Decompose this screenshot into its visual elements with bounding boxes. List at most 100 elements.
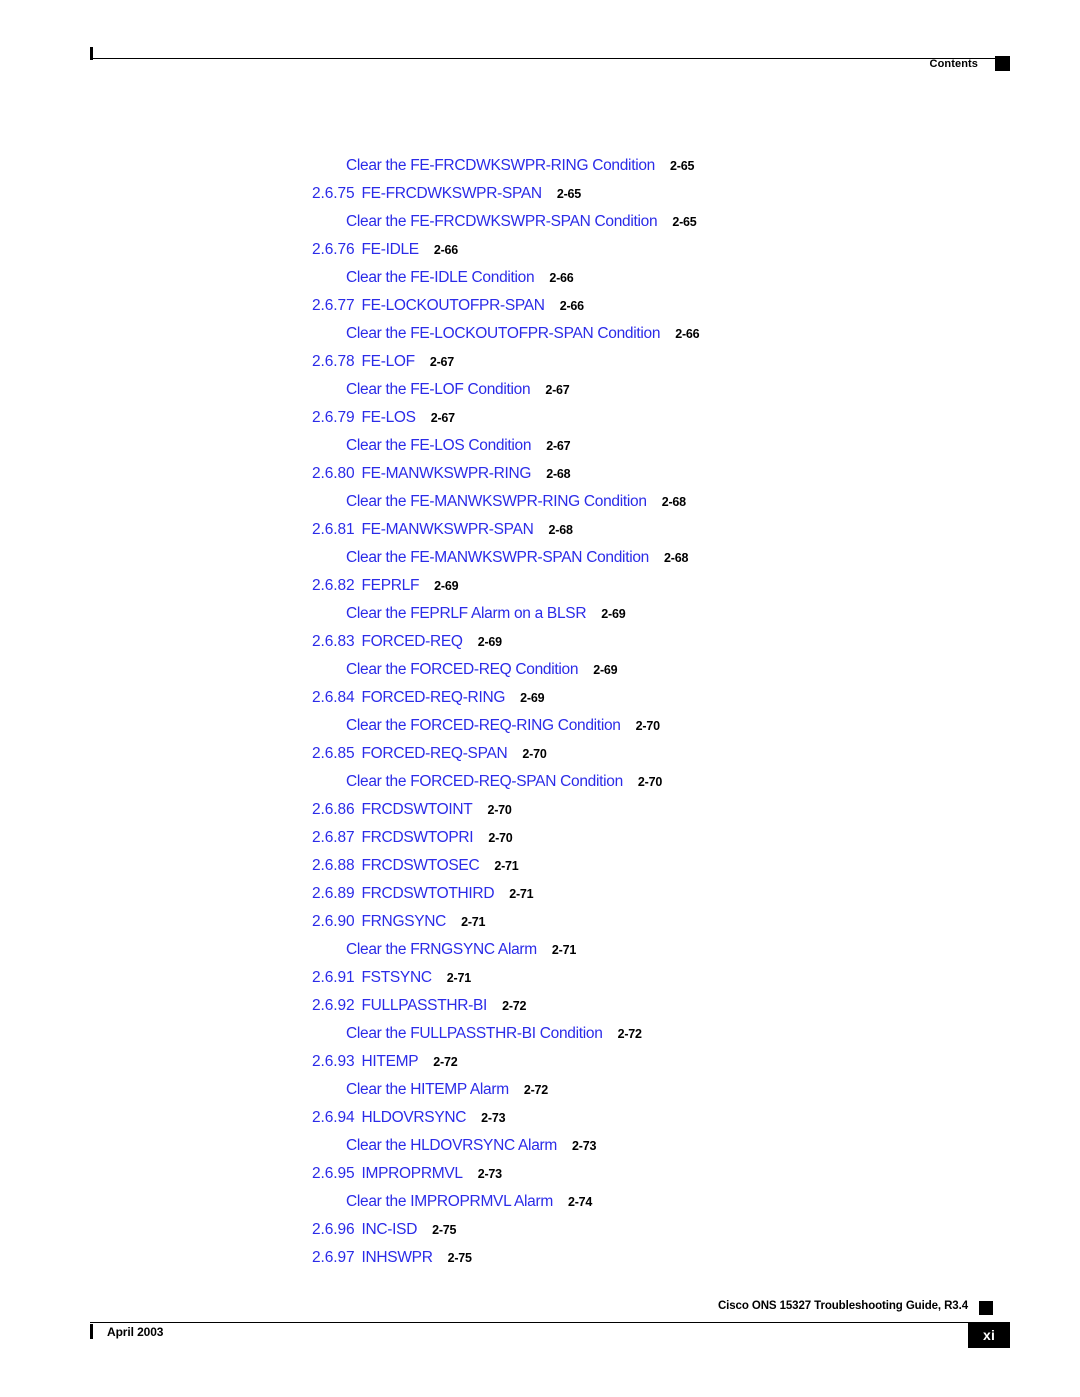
toc-entry[interactable]: 2.6.76 FE-IDLE 2-66	[0, 236, 1080, 264]
toc-entry-page-number[interactable]: 2-71	[552, 943, 576, 957]
toc-entry-title[interactable]: FE-MANWKSWPR-SPAN	[362, 521, 534, 538]
toc-entry-title[interactable]: Clear the HLDOVRSYNC Alarm	[346, 1137, 557, 1154]
toc-entry[interactable]: Clear the FE-IDLE Condition 2-66	[0, 264, 1080, 292]
toc-entry[interactable]: 2.6.83 FORCED-REQ 2-69	[0, 628, 1080, 656]
toc-entry-title[interactable]: IMPROPRMVL	[362, 1165, 464, 1182]
toc-entry-page-number[interactable]: 2-72	[502, 999, 526, 1013]
toc-entry-page-number[interactable]: 2-66	[549, 271, 573, 285]
toc-entry-title[interactable]: Clear the IMPROPRMVL Alarm	[346, 1193, 553, 1210]
toc-entry[interactable]: 2.6.87 FRCDSWTOPRI 2-70	[0, 824, 1080, 852]
toc-entry-page-number[interactable]: 2-73	[572, 1139, 596, 1153]
toc-entry[interactable]: Clear the FORCED-REQ-RING Condition 2-70	[0, 712, 1080, 740]
toc-entry-title[interactable]: FE-LOF	[362, 353, 416, 370]
toc-entry[interactable]: Clear the FORCED-REQ-SPAN Condition 2-70	[0, 768, 1080, 796]
toc-entry[interactable]: 2.6.78 FE-LOF 2-67	[0, 348, 1080, 376]
toc-entry-title[interactable]: Clear the FE-LOS Condition	[346, 437, 531, 454]
toc-entry-title[interactable]: INHSWPR	[362, 1249, 433, 1266]
toc-entry-page-number[interactable]: 2-69	[601, 607, 625, 621]
toc-entry-title[interactable]: Clear the FORCED-REQ-SPAN Condition	[346, 773, 623, 790]
toc-entry[interactable]: 2.6.85 FORCED-REQ-SPAN 2-70	[0, 740, 1080, 768]
toc-entry-page-number[interactable]: 2-66	[434, 243, 458, 257]
toc-entry[interactable]: Clear the FULLPASSTHR-BI Condition 2-72	[0, 1020, 1080, 1048]
toc-entry-page-number[interactable]: 2-65	[670, 159, 694, 173]
toc-entry-title[interactable]: FEPRLF	[362, 577, 420, 594]
toc-entry-page-number[interactable]: 2-70	[487, 803, 511, 817]
toc-entry-title[interactable]: HITEMP	[362, 1053, 419, 1070]
toc-entry[interactable]: 2.6.82 FEPRLF 2-69	[0, 572, 1080, 600]
toc-entry-page-number[interactable]: 2-66	[560, 299, 584, 313]
toc-entry-page-number[interactable]: 2-71	[494, 859, 518, 873]
toc-entry-title[interactable]: Clear the FULLPASSTHR-BI Condition	[346, 1025, 603, 1042]
toc-entry-page-number[interactable]: 2-67	[545, 383, 569, 397]
toc-entry-page-number[interactable]: 2-71	[509, 887, 533, 901]
toc-entry-page-number[interactable]: 2-67	[431, 411, 455, 425]
toc-entry-title[interactable]: Clear the FE-LOF Condition	[346, 381, 531, 398]
toc-entry-page-number[interactable]: 2-68	[664, 551, 688, 565]
toc-entry-title[interactable]: FORCED-REQ-RING	[362, 689, 506, 706]
toc-entry-page-number[interactable]: 2-72	[433, 1055, 457, 1069]
toc-entry[interactable]: Clear the FE-LOS Condition 2-67	[0, 432, 1080, 460]
toc-entry[interactable]: Clear the FRNGSYNC Alarm 2-71	[0, 936, 1080, 964]
toc-entry-page-number[interactable]: 2-68	[549, 523, 573, 537]
toc-entry-page-number[interactable]: 2-69	[434, 579, 458, 593]
toc-entry-page-number[interactable]: 2-73	[481, 1111, 505, 1125]
toc-entry[interactable]: Clear the FE-MANWKSWPR-RING Condition 2-6…	[0, 488, 1080, 516]
toc-entry-title[interactable]: FE-FRCDWKSWPR-SPAN	[362, 185, 543, 202]
toc-entry-page-number[interactable]: 2-66	[675, 327, 699, 341]
toc-entry[interactable]: 2.6.94 HLDOVRSYNC 2-73	[0, 1104, 1080, 1132]
toc-entry-page-number[interactable]: 2-67	[430, 355, 454, 369]
toc-entry-page-number[interactable]: 2-70	[488, 831, 512, 845]
toc-entry[interactable]: Clear the FE-FRCDWKSWPR-SPAN Condition 2-…	[0, 208, 1080, 236]
toc-entry-title[interactable]: FE-LOCKOUTOFPR-SPAN	[362, 297, 546, 314]
toc-entry[interactable]: 2.6.91 FSTSYNC 2-71	[0, 964, 1080, 992]
toc-entry-title[interactable]: INC-ISD	[362, 1221, 418, 1238]
toc-entry-page-number[interactable]: 2-67	[546, 439, 570, 453]
toc-entry-page-number[interactable]: 2-70	[522, 747, 546, 761]
toc-entry[interactable]: Clear the FEPRLF Alarm on a BLSR 2-69	[0, 600, 1080, 628]
toc-entry-title[interactable]: FE-MANWKSWPR-RING	[362, 465, 532, 482]
toc-entry-title[interactable]: Clear the FORCED-REQ-RING Condition	[346, 717, 621, 734]
toc-entry[interactable]: Clear the FE-FRCDWKSWPR-RING Condition 2-…	[0, 152, 1080, 180]
toc-entry[interactable]: 2.6.95 IMPROPRMVL 2-73	[0, 1160, 1080, 1188]
toc-entry-title[interactable]: Clear the FORCED-REQ Condition	[346, 661, 579, 678]
toc-entry-title[interactable]: Clear the FE-LOCKOUTOFPR-SPAN Condition	[346, 325, 660, 342]
toc-entry[interactable]: 2.6.93 HITEMP 2-72	[0, 1048, 1080, 1076]
toc-entry[interactable]: 2.6.79 FE-LOS 2-67	[0, 404, 1080, 432]
toc-entry-page-number[interactable]: 2-68	[662, 495, 686, 509]
toc-entry-title[interactable]: Clear the HITEMP Alarm	[346, 1081, 509, 1098]
toc-entry-title[interactable]: Clear the FEPRLF Alarm on a BLSR	[346, 605, 587, 622]
toc-entry[interactable]: 2.6.89 FRCDSWTOTHIRD 2-71	[0, 880, 1080, 908]
toc-entry[interactable]: 2.6.84 FORCED-REQ-RING 2-69	[0, 684, 1080, 712]
toc-entry[interactable]: Clear the HLDOVRSYNC Alarm 2-73	[0, 1132, 1080, 1160]
toc-entry[interactable]: 2.6.97 INHSWPR 2-75	[0, 1244, 1080, 1272]
toc-entry[interactable]: 2.6.90 FRNGSYNC 2-71	[0, 908, 1080, 936]
toc-entry-title[interactable]: FSTSYNC	[362, 969, 433, 986]
toc-entry-title[interactable]: FORCED-REQ	[362, 633, 464, 650]
toc-entry-page-number[interactable]: 2-71	[461, 915, 485, 929]
toc-entry[interactable]: 2.6.77 FE-LOCKOUTOFPR-SPAN 2-66	[0, 292, 1080, 320]
toc-entry-title[interactable]: HLDOVRSYNC	[362, 1109, 467, 1126]
toc-entry-page-number[interactable]: 2-72	[618, 1027, 642, 1041]
toc-entry[interactable]: Clear the FE-LOF Condition 2-67	[0, 376, 1080, 404]
toc-entry-title[interactable]: FRCDSWTOTHIRD	[362, 885, 495, 902]
toc-entry-title[interactable]: Clear the FE-MANWKSWPR-RING Condition	[346, 493, 647, 510]
toc-entry-page-number[interactable]: 2-65	[557, 187, 581, 201]
toc-entry-page-number[interactable]: 2-75	[448, 1251, 472, 1265]
toc-entry-title[interactable]: FRCDSWTOSEC	[362, 857, 480, 874]
toc-entry-title[interactable]: Clear the FRNGSYNC Alarm	[346, 941, 537, 958]
toc-entry-page-number[interactable]: 2-72	[524, 1083, 548, 1097]
toc-entry-title[interactable]: FE-IDLE	[362, 241, 420, 258]
toc-entry-page-number[interactable]: 2-70	[636, 719, 660, 733]
toc-entry[interactable]: Clear the HITEMP Alarm 2-72	[0, 1076, 1080, 1104]
toc-entry-page-number[interactable]: 2-65	[672, 215, 696, 229]
toc-entry-page-number[interactable]: 2-71	[447, 971, 471, 985]
toc-entry-title[interactable]: FRCDSWTOPRI	[362, 829, 474, 846]
toc-entry[interactable]: Clear the FORCED-REQ Condition 2-69	[0, 656, 1080, 684]
toc-entry-page-number[interactable]: 2-69	[520, 691, 544, 705]
toc-entry-title[interactable]: FRCDSWTOINT	[362, 801, 473, 818]
toc-entry[interactable]: 2.6.92 FULLPASSTHR-BI 2-72	[0, 992, 1080, 1020]
toc-entry[interactable]: 2.6.96 INC-ISD 2-75	[0, 1216, 1080, 1244]
toc-entry-title[interactable]: FORCED-REQ-SPAN	[362, 745, 508, 762]
toc-entry-title[interactable]: Clear the FE-MANWKSWPR-SPAN Condition	[346, 549, 649, 566]
toc-entry[interactable]: 2.6.80 FE-MANWKSWPR-RING 2-68	[0, 460, 1080, 488]
